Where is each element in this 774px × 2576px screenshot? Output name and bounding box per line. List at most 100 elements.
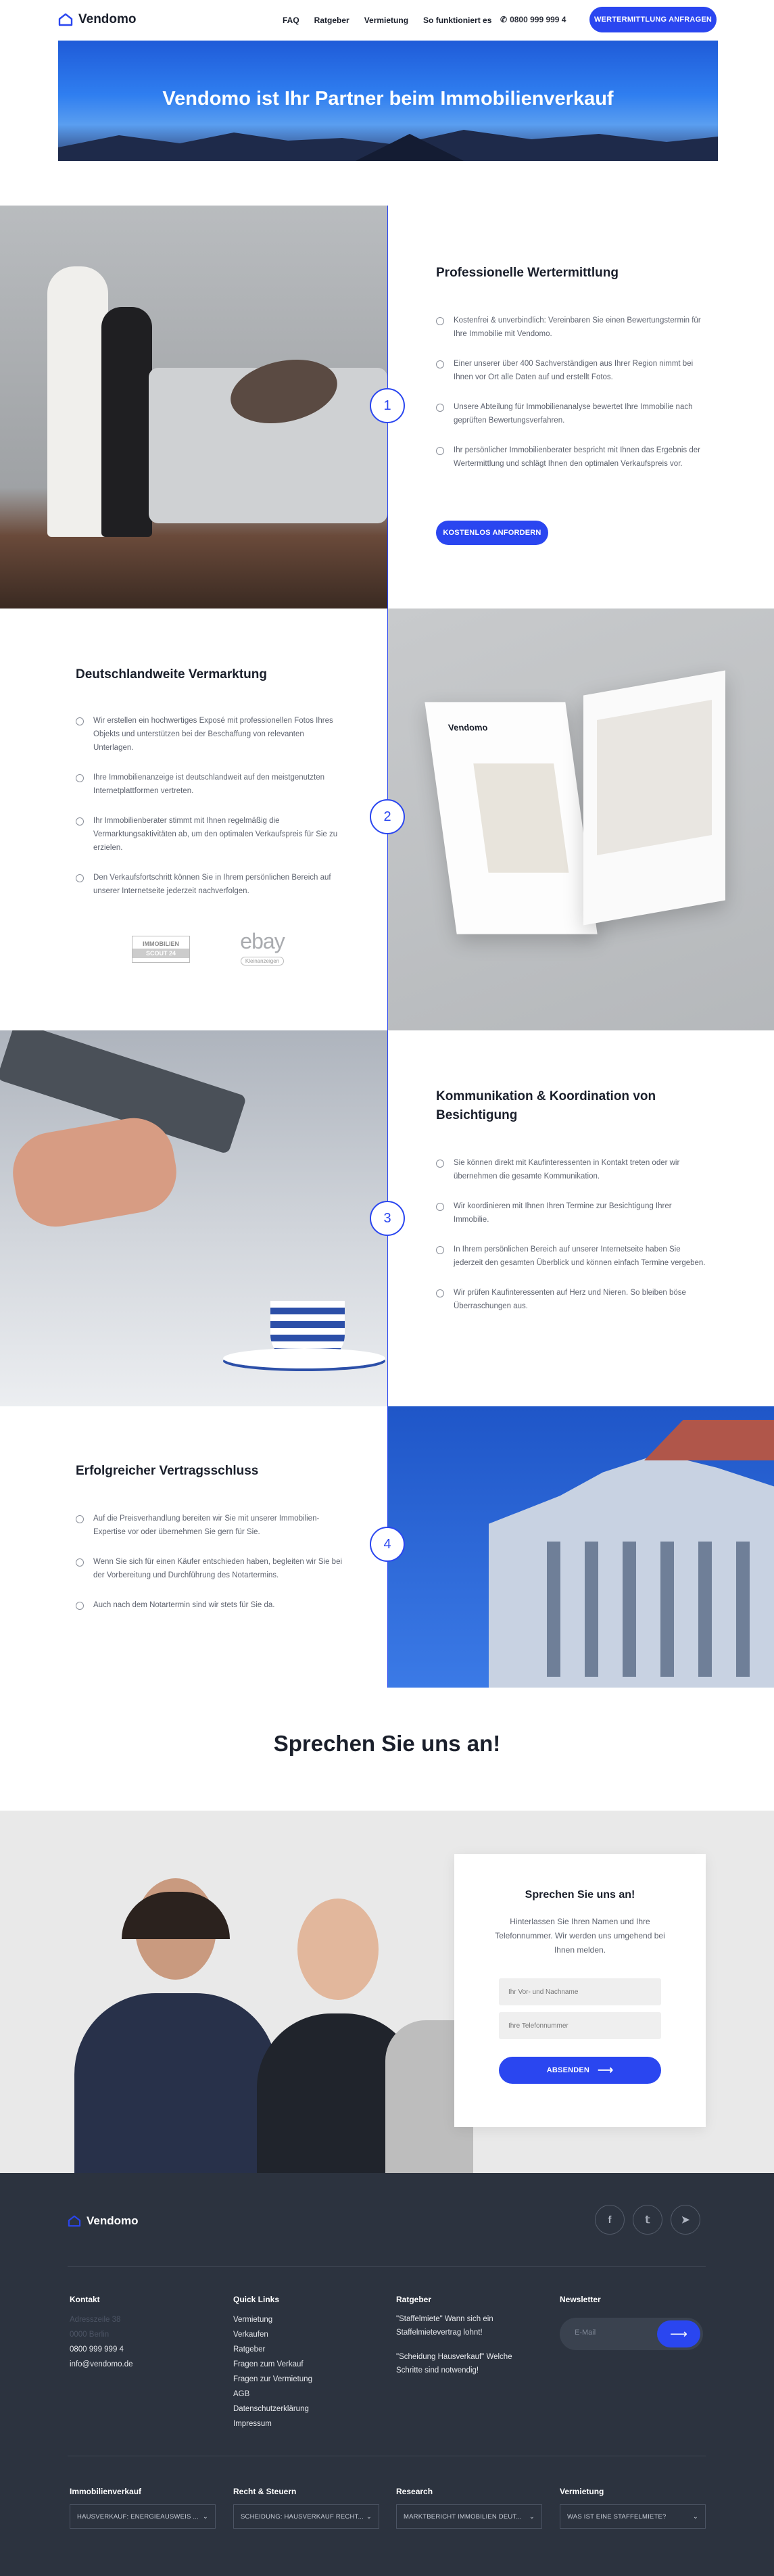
chevron-down-icon: ⌄ bbox=[202, 2512, 208, 2521]
step-number-badge: 1 bbox=[370, 388, 405, 423]
nav-ratgeber[interactable]: Ratgeber bbox=[314, 16, 349, 25]
list-item: Einer unserer über 400 Sachverständigen … bbox=[436, 357, 706, 384]
step-2-section: Deutschlandweite Vermarktung Wir erstell… bbox=[0, 609, 774, 1030]
valuation-request-button[interactable]: WERTERMITTLUNG ANFRAGEN bbox=[589, 7, 717, 32]
phone-icon: ✆ bbox=[500, 15, 508, 24]
nav-vermietung[interactable]: Vermietung bbox=[364, 16, 408, 25]
footer-link[interactable]: Impressum bbox=[233, 2416, 312, 2431]
select-value: SCHEIDUNG: HAUSVERKAUF RECHT... bbox=[241, 2512, 364, 2521]
list-item: In Ihrem persönlichen Bereich auf unsere… bbox=[436, 1243, 706, 1270]
footer-quicklinks-column: Quick Links Vermietung Verkaufen Ratgebe… bbox=[233, 2295, 312, 2431]
arrow-right-icon: ⟶ bbox=[598, 2065, 614, 2076]
list-item: Kostenfrei & unverbindlich: Vereinbaren … bbox=[436, 314, 706, 341]
form-title: Sprechen Sie uns an! bbox=[525, 1889, 635, 1901]
list-item: Ihre Immobilienanzeige ist deutschlandwe… bbox=[76, 771, 346, 798]
step-title: Kommunikation & Koordination von Besicht… bbox=[436, 1089, 656, 1122]
main-nav: FAQ Ratgeber Vermietung So funktioniert … bbox=[283, 16, 491, 25]
immobilienscout24-logo: IMMOBILIEN SCOUT 24 bbox=[132, 936, 190, 963]
step-4-section: Erfolgreicher Vertragsschluss Auf die Pr… bbox=[0, 1406, 774, 1688]
list-item: Wir erstellen ein hochwertiges Exposé mi… bbox=[76, 714, 346, 755]
select-vermietung[interactable]: WAS IST EINE STAFFELMIETE? ⌄ bbox=[560, 2504, 706, 2529]
building-photo bbox=[387, 1406, 774, 1688]
site-footer: Vendomo f 𝕥 ➤ Kontakt Adresszeile 38 000… bbox=[0, 2173, 774, 2576]
newsletter-submit-button[interactable]: ⟶ bbox=[657, 2320, 700, 2347]
select-value: HAUSVERKAUF: ENERGIEAUSWEIS ... bbox=[77, 2512, 199, 2521]
phone-input[interactable] bbox=[499, 2012, 661, 2039]
footer-link[interactable]: Verkaufen bbox=[233, 2327, 312, 2342]
list-item: Wir prüfen Kaufinteressenten auf Herz un… bbox=[436, 1286, 706, 1313]
step-bullet-list: Auf die Preisverhandlung bereiten wir Si… bbox=[76, 1512, 346, 1628]
submit-label: ABSENDEN bbox=[546, 2066, 590, 2074]
chevron-down-icon: ⌄ bbox=[366, 2512, 372, 2521]
footer-article-link[interactable]: "Scheidung Hausverkauf" Welche Schritte … bbox=[396, 2350, 531, 2377]
chevron-down-icon: ⌄ bbox=[529, 2512, 535, 2521]
column-title: Quick Links bbox=[233, 2295, 280, 2304]
nav-faq[interactable]: FAQ bbox=[283, 16, 299, 25]
step-title: Deutschlandweite Vermarktung bbox=[76, 667, 267, 682]
select-value: MARKTBERICHT IMMOBILIEN DEUT... bbox=[404, 2512, 522, 2521]
list-item: Auch nach dem Notartermin sind wir stets… bbox=[76, 1598, 346, 1612]
address-line: 0000 Berlin bbox=[70, 2331, 110, 2339]
footer-article-link[interactable]: "Staffelmiete" Wann sich ein Staffelmiet… bbox=[396, 2312, 531, 2339]
step-number-badge: 3 bbox=[370, 1201, 405, 1236]
list-item: Ihr persönlicher Immobilienberater bespr… bbox=[436, 444, 706, 471]
nav-so-funktioniert-es[interactable]: So funktioniert es bbox=[423, 16, 491, 25]
ebay-kleinanzeigen-logo: ebay Kleinanzeigen bbox=[240, 929, 285, 965]
phone-coffee-photo bbox=[0, 1030, 387, 1406]
form-description: Hinterlassen Sie Ihren Namen und Ihre Te… bbox=[495, 1917, 665, 1955]
footer-link[interactable]: Ratgeber bbox=[233, 2342, 312, 2357]
site-header: Vendomo FAQ Ratgeber Vermietung So funkt… bbox=[0, 0, 774, 41]
select-recht-steuern[interactable]: SCHEIDUNG: HAUSVERKAUF RECHT... ⌄ bbox=[233, 2504, 379, 2529]
brochure-photo: Vendomo bbox=[387, 609, 774, 1030]
step-bullet-list: Sie können direkt mit Kaufinteressenten … bbox=[436, 1156, 706, 1329]
step-3-section: 3 Kommunikation & Koordination von Besic… bbox=[0, 1030, 774, 1406]
hero-title: Vendomo ist Ihr Partner beim Immobilienv… bbox=[162, 88, 614, 110]
phone-number: 0800 999 999 4 bbox=[510, 15, 566, 24]
submit-button[interactable]: ABSENDEN ⟶ bbox=[499, 2057, 661, 2084]
house-icon bbox=[58, 13, 73, 26]
brochure-brand: Vendomo bbox=[448, 722, 489, 733]
list-item: Den Verkaufsfortschritt können Sie in Ih… bbox=[76, 871, 346, 898]
footer-brand-logo[interactable]: Vendomo bbox=[68, 2214, 139, 2228]
footer-phone[interactable]: 0800 999 999 4 bbox=[70, 2342, 133, 2357]
step-title: Professionelle Wertermittlung bbox=[436, 266, 619, 280]
select-title: Immobilienverkauf bbox=[70, 2487, 142, 2496]
living-room-photo bbox=[0, 206, 387, 609]
team-photo bbox=[74, 1871, 473, 2173]
step-title: Erfolgreicher Vertragsschluss bbox=[76, 1464, 259, 1478]
step-number-badge: 2 bbox=[370, 799, 405, 834]
footer-link[interactable]: AGB bbox=[233, 2387, 312, 2402]
column-title: Ratgeber bbox=[396, 2295, 432, 2304]
column-title: Newsletter bbox=[560, 2295, 601, 2304]
house-icon bbox=[68, 2215, 81, 2227]
twitter-icon[interactable]: 𝕥 bbox=[633, 2205, 662, 2235]
footer-link[interactable]: Vermietung bbox=[233, 2312, 312, 2327]
name-input[interactable] bbox=[499, 1978, 661, 2005]
footer-link[interactable]: Datenschutzerklärung bbox=[233, 2402, 312, 2416]
list-item: Ihr Immobilienberater stimmt mit Ihnen r… bbox=[76, 814, 346, 855]
request-free-button[interactable]: KOSTENLOS ANFORDERN bbox=[436, 521, 548, 545]
brand-logo[interactable]: Vendomo bbox=[58, 12, 137, 27]
hero-banner: Vendomo ist Ihr Partner beim Immobilienv… bbox=[58, 41, 718, 161]
footer-link[interactable]: Fragen zum Verkauf bbox=[233, 2357, 312, 2372]
list-item: Auf die Preisverhandlung bereiten wir Si… bbox=[76, 1512, 346, 1539]
footer-email[interactable]: info@vendomo.de bbox=[70, 2357, 133, 2372]
list-item: Wir koordinieren mit Ihnen Ihren Termine… bbox=[436, 1199, 706, 1226]
select-immobilienverkauf[interactable]: HAUSVERKAUF: ENERGIEAUSWEIS ... ⌄ bbox=[70, 2504, 216, 2529]
facebook-icon[interactable]: f bbox=[595, 2205, 625, 2235]
select-research[interactable]: MARKTBERICHT IMMOBILIEN DEUT... ⌄ bbox=[396, 2504, 542, 2529]
newsletter-email-input[interactable]: E-Mail bbox=[575, 2329, 596, 2337]
footer-newsletter-column: Newsletter bbox=[560, 2295, 601, 2312]
list-item: Unsere Abteilung für Immobilienanalyse b… bbox=[436, 400, 706, 427]
newsletter-form: E-Mail ⟶ bbox=[560, 2318, 703, 2350]
column-title: Kontakt bbox=[70, 2295, 100, 2304]
footer-brand-name: Vendomo bbox=[87, 2214, 139, 2227]
footer-link[interactable]: Fragen zur Vermietung bbox=[233, 2372, 312, 2387]
callback-form: Sprechen Sie uns an! Hinterlassen Sie Ih… bbox=[454, 1854, 706, 2127]
brand-name: Vendomo bbox=[78, 12, 137, 26]
select-title: Vermietung bbox=[560, 2487, 604, 2496]
mountain-silhouette bbox=[58, 130, 718, 161]
phone-link[interactable]: ✆ 0800 999 999 4 bbox=[500, 15, 566, 24]
telegram-icon[interactable]: ➤ bbox=[671, 2205, 700, 2235]
step-1-section: 1 Professionelle Wertermittlung Kostenfr… bbox=[0, 206, 774, 609]
